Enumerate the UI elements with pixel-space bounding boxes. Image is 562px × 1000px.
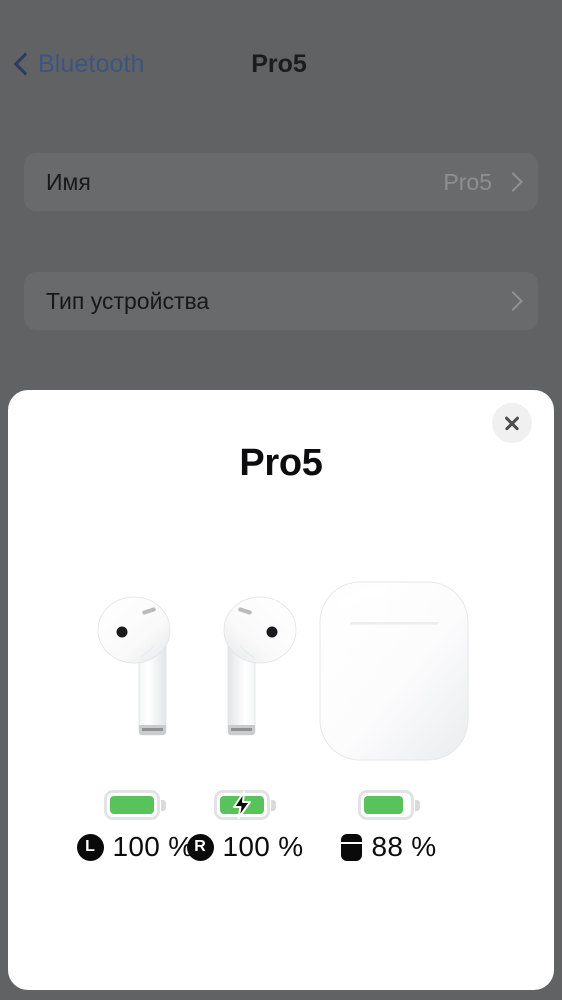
settings-row-device-type[interactable]: Тип устройства — [24, 272, 538, 330]
right-earbud-badge-icon: R — [186, 833, 214, 861]
charging-case-image — [319, 581, 469, 761]
chevron-right-icon — [503, 291, 523, 311]
battery-label-case: 88 % — [341, 831, 436, 863]
battery-label-left: L 100 % — [76, 831, 194, 863]
navigation-bar: Bluetooth Pro5 — [0, 40, 562, 88]
battery-percent-case: 88 % — [371, 831, 437, 862]
device-detail-sheet: Pro5 L 100 % R 100 % 88 % — [8, 390, 554, 990]
battery-icon-left — [104, 790, 166, 822]
lightning-bolt-icon — [233, 791, 251, 819]
close-icon — [503, 414, 521, 432]
right-airpod-image — [223, 596, 297, 736]
page-title: Pro5 — [251, 50, 307, 78]
chevron-right-icon — [503, 172, 523, 192]
left-airpod-image — [97, 596, 171, 736]
battery-group-right: R 100 % — [180, 790, 310, 863]
battery-nub — [161, 800, 166, 811]
settings-row-label: Имя — [46, 168, 91, 195]
battery-group-case: 88 % — [324, 790, 454, 863]
settings-row-value: Pro5 — [443, 168, 492, 195]
battery-icon-right — [214, 790, 276, 822]
battery-icon-case — [358, 790, 420, 822]
settings-row-label: Тип устройства — [46, 287, 210, 314]
battery-indicators: L 100 % R 100 % 88 % — [8, 790, 554, 900]
case-badge-icon — [341, 833, 363, 861]
battery-fill — [364, 796, 403, 814]
battery-percent-right: 100 % — [222, 831, 304, 862]
sheet-title: Pro5 — [239, 442, 323, 484]
battery-fill — [110, 796, 154, 814]
close-button[interactable] — [492, 403, 532, 443]
battery-nub — [415, 800, 420, 811]
settings-row-name[interactable]: Имя Pro5 — [24, 153, 538, 211]
device-images — [8, 575, 554, 775]
battery-nub — [271, 800, 276, 811]
battery-label-right: R 100 % — [186, 831, 304, 863]
left-earbud-badge-icon: L — [76, 833, 104, 861]
